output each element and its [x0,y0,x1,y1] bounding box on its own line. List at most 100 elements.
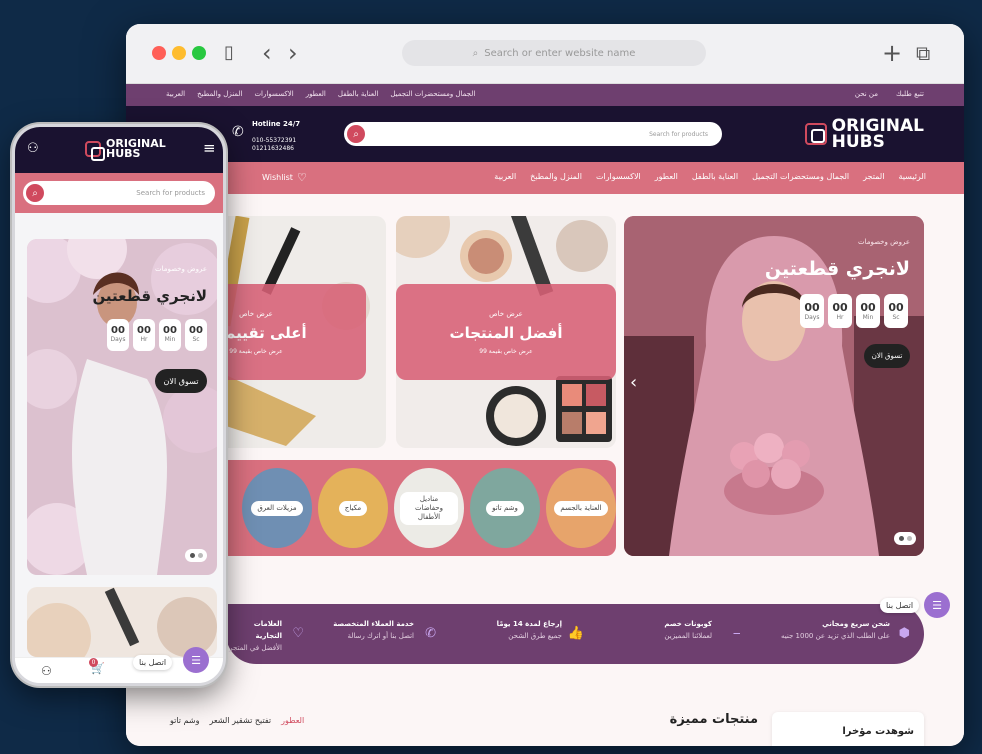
tab-hair[interactable]: تفتيح تشقير الشعر [209,716,271,725]
menu-icon[interactable]: ≡ [203,139,216,157]
logo-line2: HUBS [831,132,885,153]
minimize-window-button[interactable] [172,46,186,60]
nav-item[interactable]: العربية [494,172,516,181]
feature-title: كوبونات خصم [664,620,712,628]
search-placeholder: Search for products [649,130,708,138]
mobile-shop-now-button[interactable]: تسوق الان [155,369,207,393]
sidebar-icon[interactable]: ▯ [224,42,234,64]
mobile-promo-tile[interactable] [27,587,217,657]
countdown-box: 00 Sc [884,294,908,328]
header-search-input[interactable]: ⌕ Search for products [344,122,722,146]
hero-prev-icon[interactable]: ‹ [630,372,637,393]
search-button[interactable]: ⌕ [347,125,365,143]
pagination-dot[interactable] [898,536,904,541]
countdown-value: 00 [163,325,177,337]
category-baby-wipes[interactable]: مناديل وحفاضات الأطفال [394,468,464,548]
top-menu-item[interactable]: العربية [166,90,185,98]
close-window-button[interactable] [152,46,166,60]
recently-viewed-title: شوهدت مؤخرا [842,726,914,737]
promo-kicker: عرض خاص [239,309,273,318]
track-order-link[interactable]: تتبع طلبك [896,90,924,98]
countdown-box: 00 Hr [828,294,852,328]
promo-title: أفضل المنتجات [449,323,563,342]
heart-icon: ♡ [292,626,304,641]
pagination-dot[interactable] [197,553,203,558]
mobile-logo[interactable]: ORIGINAL HUBS [85,138,166,162]
search-icon: ⌕ [472,47,479,59]
category-label: مزيلات العرق [251,500,303,516]
countdown-value: 00 [137,325,151,337]
feature-item: العلامات التجارية الأفضل في المتجر [226,618,282,654]
countdown-unit: Min [862,313,874,321]
website: الجمال ومستحضرات التجميل العناية بالطفل ال… [126,84,964,746]
category-deodorant[interactable]: مزيلات العرق [242,468,312,548]
countdown-unit: Sc [892,313,900,321]
nav-item[interactable]: العطور [655,172,678,181]
top-menu-item[interactable]: العطور [306,90,326,98]
nav-item[interactable]: المتجر [863,172,884,181]
nav-item[interactable]: الاكسسوارات [596,172,641,181]
category-tattoo[interactable]: وشم تاتو [470,468,540,548]
hotline-phone-1[interactable]: 010-55372391 [252,137,296,144]
countdown-value: 00 [804,300,820,314]
countdown-unit: Min [164,336,176,344]
user-icon[interactable]: ⚇ [41,664,52,678]
category-body-care[interactable]: العناية بالجسم [546,468,616,548]
mobile-pagination[interactable] [185,549,207,562]
search-placeholder: Search for products [136,189,205,197]
mobile-hero[interactable]: عروض وخصومات لانجري قطعتين 00 Days 00 Hr 00 M… [27,239,217,575]
nav-item[interactable]: الجمال ومستحضرات التجميل [752,172,849,181]
promo-note: عرض خاص بقيمة 99 [229,347,283,355]
countdown-value: 00 [860,300,876,314]
nav-items: الرئيسية المتجر الجمال ومستحضرات التجميل ال… [494,172,926,181]
forward-icon[interactable]: › [288,41,298,65]
tabs-overview-icon[interactable]: ⧉ [916,42,930,64]
mobile-contact-label[interactable]: اتصل بنا [133,655,173,670]
url-bar[interactable]: ⌕ Search or enter website name [402,40,706,66]
promo-tile-best-products[interactable]: عرض خاص أفضل المنتجات عرض خاص بقيمة 99 [396,216,616,448]
top-menu-item[interactable]: المنزل والمطبخ [197,90,242,98]
mobile-header: ⚇ ORIGINAL HUBS ≡ [15,127,223,173]
site-logo[interactable]: ORIGINAL HUBS [804,118,924,153]
nav-item[interactable]: العناية بالطفل [692,172,738,181]
new-tab-icon[interactable]: + [882,41,902,65]
maximize-window-button[interactable] [192,46,206,60]
coupon-icon: ⎯ [733,626,741,641]
countdown-value: 00 [111,325,125,337]
feature-title: إرجاع لمدة 14 يومًا [496,620,562,628]
top-menu-item[interactable]: العناية بالطفل [338,90,378,98]
category-makeup[interactable]: مكياج [318,468,388,548]
top-menu-item[interactable]: الاكسسوارات [254,90,293,98]
search-button[interactable]: ⌕ [26,184,44,202]
chat-icon[interactable]: ☰ [924,592,950,618]
about-link[interactable]: من نحن [855,90,878,98]
tab-perfumes[interactable]: العطور [281,716,304,725]
pagination-dot[interactable] [189,553,195,558]
top-bar: الجمال ومستحضرات التجميل العناية بالطفل ال… [126,84,964,106]
feature-title: العلامات التجارية [253,620,282,640]
hero-pagination[interactable] [894,532,916,545]
hero-slider[interactable]: عروض وخصومات لانجري قطعتين 00 Days 00 Hr 00 M… [624,216,924,556]
tab-tattoo[interactable]: وشم تاتو [170,716,199,725]
site-header: ORIGINAL HUBS ⌕ Search for products ✆ Hot… [126,106,964,162]
category-label: وشم تاتو [486,500,524,516]
contact-label[interactable]: اتصل بنا [880,598,920,613]
mobile-search-bar: ⌕ Search for products [15,173,223,213]
back-icon[interactable]: ‹ [262,41,272,65]
wishlist-link[interactable]: Wishlist ♡ [262,171,307,184]
countdown-value: 00 [832,300,848,314]
nav-item[interactable]: الرئيسية [898,172,926,181]
hotline-phone-2[interactable]: 01211632486 [252,145,294,152]
browser-toolbar: ▯ ‹ › ⌕ Search or enter website name + ⧉ [126,24,964,84]
nav-item[interactable]: المنزل والمطبخ [530,172,582,181]
pagination-dot[interactable] [906,536,912,541]
user-icon[interactable]: ⚇ [27,141,39,156]
top-menu-item[interactable]: الجمال ومستحضرات التجميل [390,90,475,98]
mobile-promo-image [27,587,217,657]
feature-title: خدمة العملاء المتخصصة [333,620,414,628]
feature-subtitle: اتصل بنا أو اترك رسالة [347,632,414,640]
mobile-search-input[interactable]: ⌕ Search for products [23,181,215,205]
mobile-chat-icon[interactable]: ☰ [183,647,209,673]
hero-shop-now-button[interactable]: تسوق الان [864,344,910,368]
heart-icon: ♡ [296,171,307,184]
